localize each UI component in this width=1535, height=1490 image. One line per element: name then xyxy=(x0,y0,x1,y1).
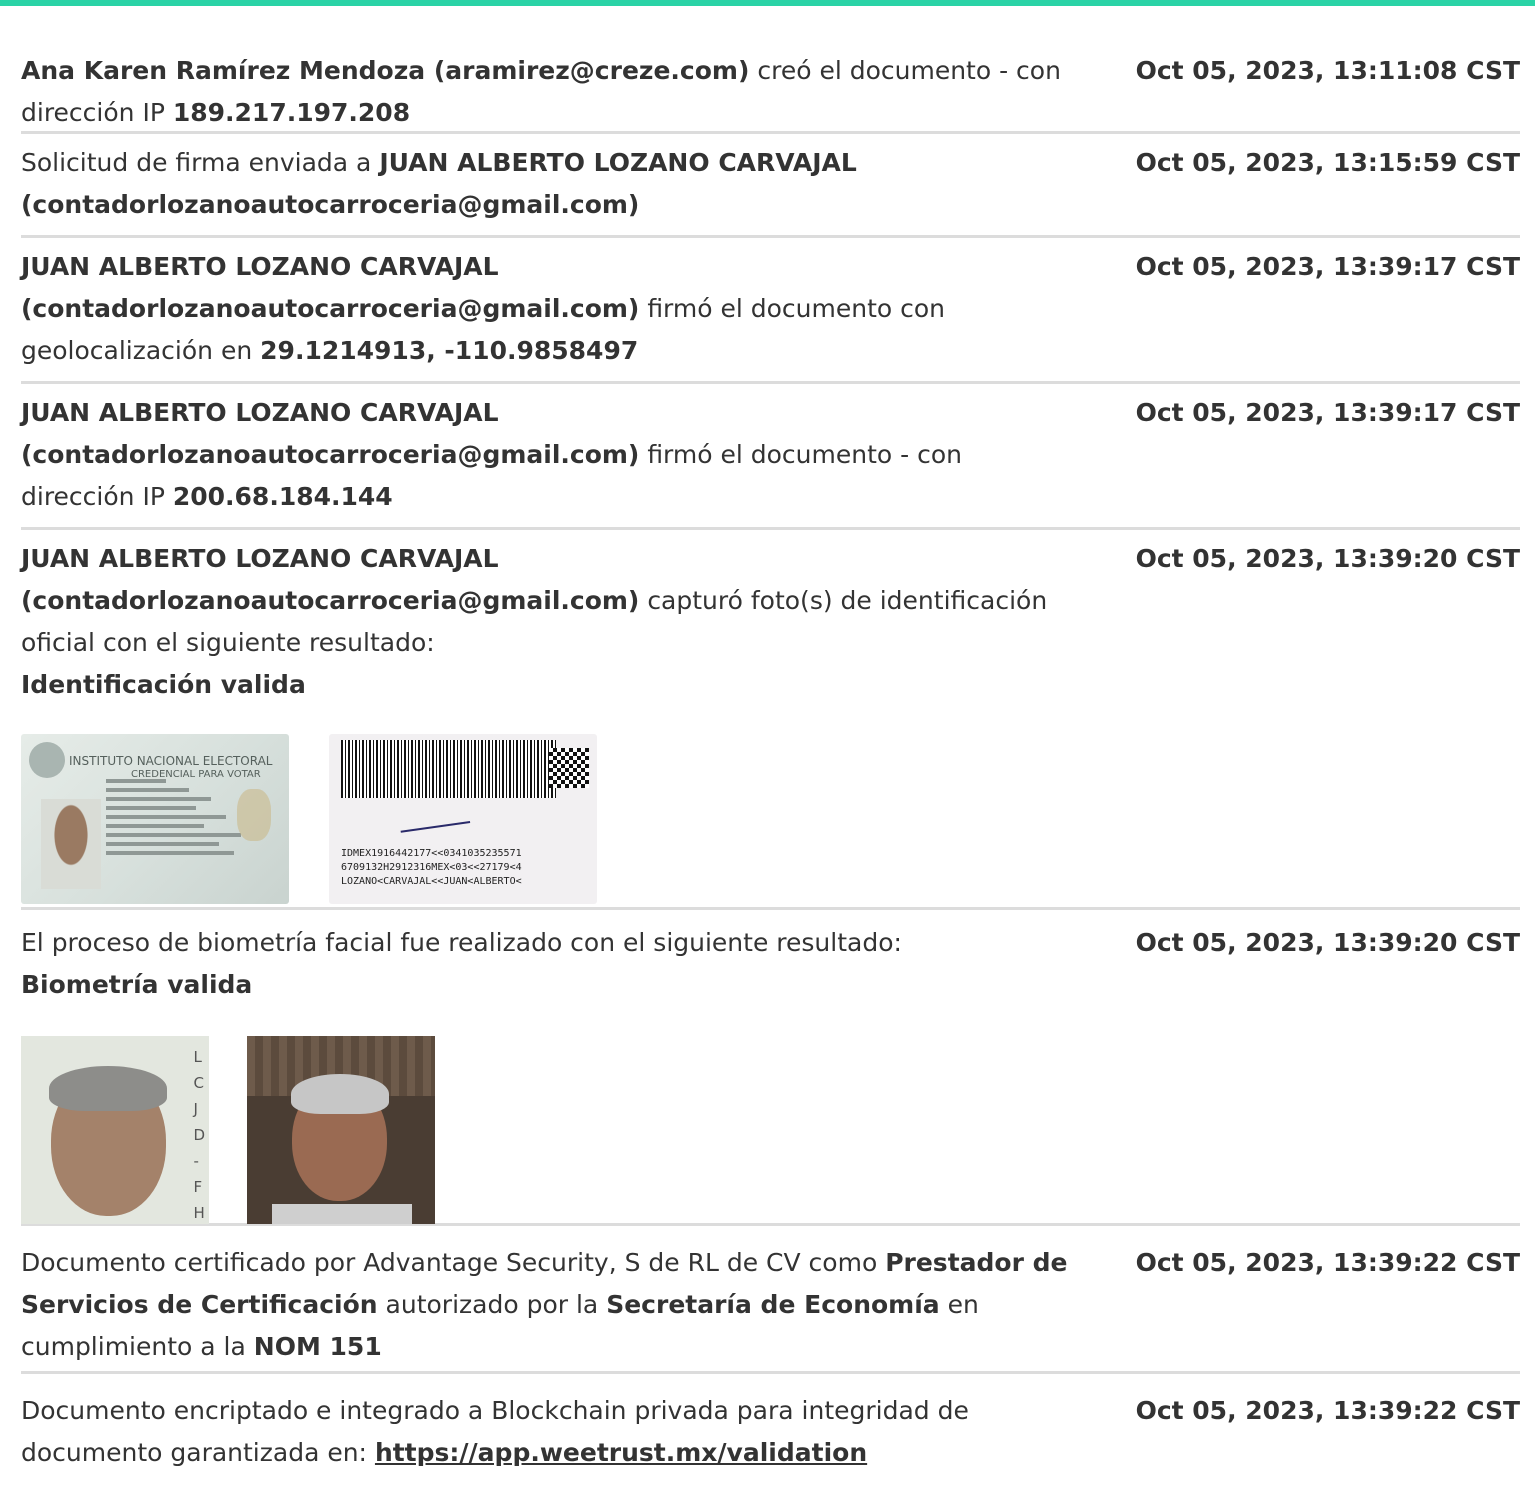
actor-email: (contadorlozanoautocarroceria@gmail.com) xyxy=(21,586,640,615)
id-card-ghost-image xyxy=(237,789,271,841)
timestamp: Oct 05, 2023, 13:39:22 CST xyxy=(1135,1396,1520,1425)
log-entry-blockchain: Documento encriptado e integrado a Block… xyxy=(21,1374,1520,1474)
id-face-photo: L C J D - F H xyxy=(21,1036,209,1224)
entry-description: JUAN ALBERTO LOZANO CARVAJAL (contadorlo… xyxy=(21,538,1081,908)
timestamp: Oct 05, 2023, 13:39:22 CST xyxy=(1135,1248,1520,1277)
cert-bold-2: Secretaría de Economía xyxy=(606,1290,940,1319)
biometric-result: Biometría valida xyxy=(21,970,253,999)
selfie-photo xyxy=(247,1036,435,1224)
recipient-name: JUAN ALBERTO LOZANO CARVAJAL xyxy=(379,148,857,177)
entry-description: Documento certificado por Advantage Secu… xyxy=(21,1242,1081,1368)
mrz-block: IDMEX1916442177<<0341035235571 6709132H2… xyxy=(341,847,522,889)
face-shirt xyxy=(272,1204,412,1224)
entry-description: Ana Karen Ramírez Mendoza (aramirez@crez… xyxy=(21,50,1081,134)
id-card-front-image: INSTITUTO NACIONAL ELECTORAL CREDENCIAL … xyxy=(21,734,289,904)
ip-address: 189.217.197.208 xyxy=(172,98,411,127)
mrz-line: 6709132H2912316MEX<03<<27179<4 xyxy=(341,862,522,873)
actor-email: (contadorlozanoautocarroceria@gmail.com) xyxy=(21,294,640,323)
timestamp: Oct 05, 2023, 13:39:20 CST xyxy=(1135,928,1520,957)
actor-email: (contadorlozanoautocarroceria@gmail.com) xyxy=(21,440,640,469)
cert-text-2: autorizado por la xyxy=(385,1290,599,1319)
log-entry-created: Ana Karen Ramírez Mendoza (aramirez@crez… xyxy=(21,46,1520,134)
id-result: Identificación valida xyxy=(21,670,306,699)
entry-description: Documento encriptado e integrado a Block… xyxy=(21,1390,1081,1474)
geolocation: 29.1214913, -110.9858497 xyxy=(260,336,639,365)
top-accent-bar xyxy=(0,0,1535,6)
timestamp: Oct 05, 2023, 13:39:17 CST xyxy=(1135,398,1520,427)
actor: Ana Karen Ramírez Mendoza (aramirez@crez… xyxy=(21,56,750,85)
cert-text-1: Documento certificado por Advantage Secu… xyxy=(21,1248,878,1277)
log-entry-biometrics: El proceso de biometría facial fue reali… xyxy=(21,910,1520,1226)
id-photos: INSTITUTO NACIONAL ELECTORAL CREDENCIAL … xyxy=(21,734,1081,904)
entry-description: JUAN ALBERTO LOZANO CARVAJAL (contadorlo… xyxy=(21,392,1081,518)
id-photo-text: L C J D - F H xyxy=(193,1048,205,1222)
actor-name: JUAN ALBERTO LOZANO CARVAJAL xyxy=(21,544,499,573)
timestamp: Oct 05, 2023, 13:39:17 CST xyxy=(1135,252,1520,281)
action-text: Solicitud de firma enviada a xyxy=(21,148,372,177)
id-card-back-image: INE IDMEX1916442177<<0341035235571 67091… xyxy=(329,734,597,904)
log-entry-certified: Documento certificado por Advantage Secu… xyxy=(21,1226,1520,1374)
entry-description: JUAN ALBERTO LOZANO CARVAJAL (contadorlo… xyxy=(21,246,1081,372)
face-hair xyxy=(291,1074,389,1114)
action-text: El proceso de biometría facial fue reali… xyxy=(21,928,902,957)
timestamp: Oct 05, 2023, 13:11:08 CST xyxy=(1135,56,1520,85)
mrz-line: LOZANO<CARVAJAL<<JUAN<ALBERTO< xyxy=(341,876,522,887)
timestamp: Oct 05, 2023, 13:15:59 CST xyxy=(1135,148,1520,177)
validation-link[interactable]: https://app.weetrust.mx/validation xyxy=(375,1438,867,1467)
entry-description: Solicitud de firma enviada a JUAN ALBERT… xyxy=(21,142,1081,226)
signature-image xyxy=(397,801,471,833)
timestamp: Oct 05, 2023, 13:39:20 CST xyxy=(1135,544,1520,573)
ip-address: 200.68.184.144 xyxy=(172,482,393,511)
log-entry-id-capture: JUAN ALBERTO LOZANO CARVAJAL (contadorlo… xyxy=(21,530,1520,910)
log-entry-request-sent: Solicitud de firma enviada a JUAN ALBERT… xyxy=(21,134,1520,238)
log-entry-signed-geo: JUAN ALBERTO LOZANO CARVAJAL (contadorlo… xyxy=(21,238,1520,384)
coat-of-arms-icon xyxy=(29,742,65,778)
cert-bold-3: NOM 151 xyxy=(253,1332,382,1361)
entry-description: El proceso de biometría facial fue reali… xyxy=(21,922,1081,1228)
actor-name: JUAN ALBERTO LOZANO CARVAJAL xyxy=(21,398,499,427)
id-card-text-lines xyxy=(106,779,256,860)
biometric-photos: L C J D - F H xyxy=(21,1036,1081,1224)
mrz-line: IDMEX1916442177<<0341035235571 xyxy=(341,848,522,859)
audit-log: Ana Karen Ramírez Mendoza (aramirez@crez… xyxy=(21,46,1520,1474)
actor-name: JUAN ALBERTO LOZANO CARVAJAL xyxy=(21,252,499,281)
recipient-email: (contadorlozanoautocarroceria@gmail.com) xyxy=(21,190,640,219)
qr-code-icon xyxy=(549,748,589,788)
barcode-icon xyxy=(341,740,556,798)
log-entry-signed-ip: JUAN ALBERTO LOZANO CARVAJAL (contadorlo… xyxy=(21,384,1520,530)
face-hair xyxy=(49,1066,167,1111)
id-card-portrait xyxy=(41,799,101,889)
